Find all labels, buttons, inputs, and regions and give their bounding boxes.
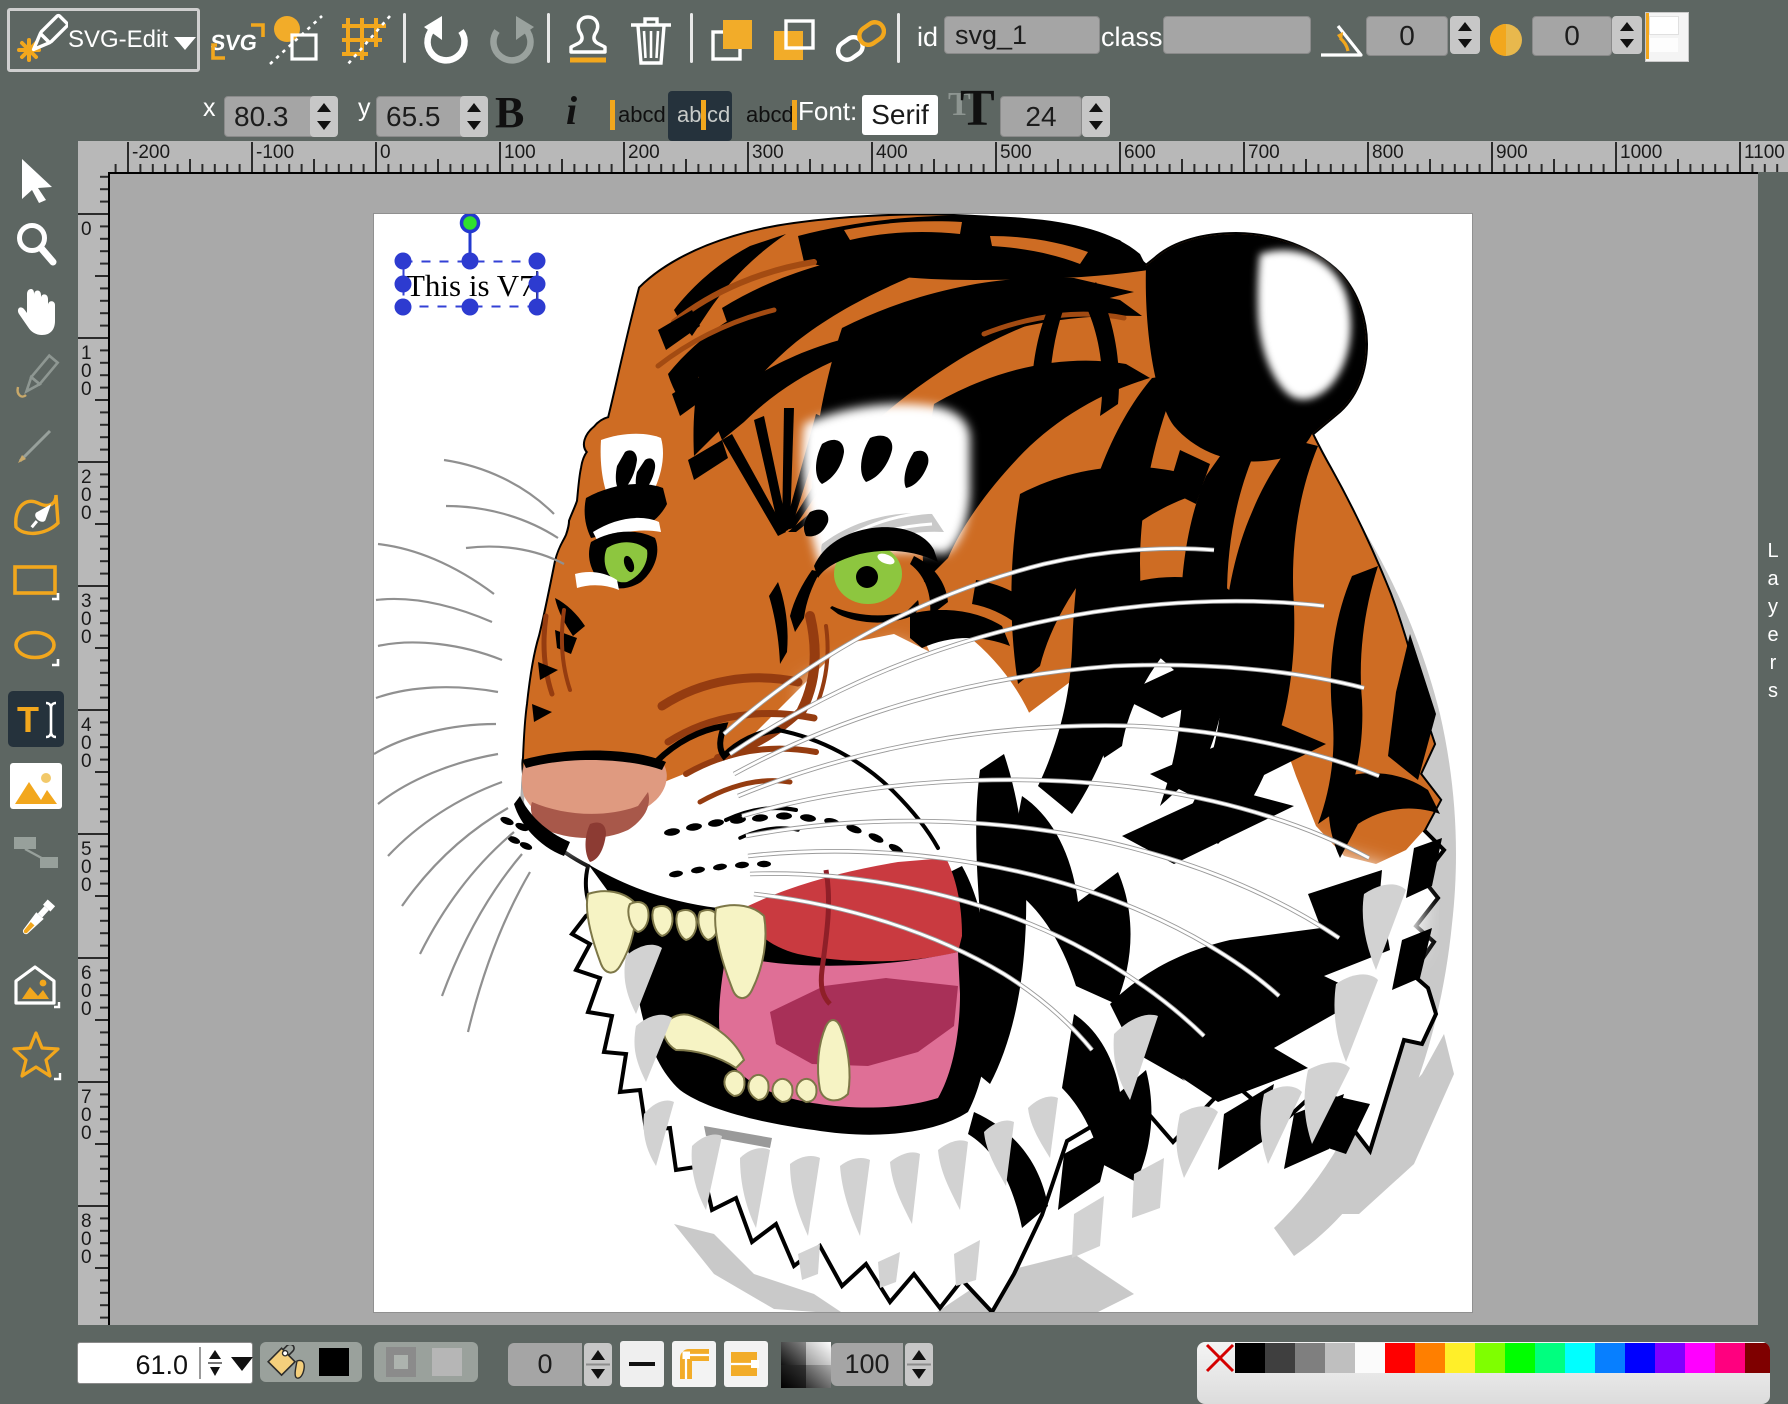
svg-text:0: 0 xyxy=(81,219,92,240)
svg-text:0: 0 xyxy=(81,379,92,400)
svg-text:0: 0 xyxy=(380,142,391,163)
svg-text:100: 100 xyxy=(504,142,536,163)
svg-text:200: 200 xyxy=(628,142,660,163)
svg-text:0: 0 xyxy=(81,503,92,524)
svg-text:0: 0 xyxy=(81,751,92,772)
svg-text:0: 0 xyxy=(81,875,92,896)
svg-text:600: 600 xyxy=(1124,142,1156,163)
svg-text:0: 0 xyxy=(81,1123,92,1144)
svg-text:300: 300 xyxy=(752,142,784,163)
svg-text:1100: 1100 xyxy=(1744,142,1785,163)
svg-text:0: 0 xyxy=(81,627,92,648)
svg-text:This is V7: This is V7 xyxy=(406,268,535,303)
svg-text:500: 500 xyxy=(1000,142,1032,163)
svg-text:0: 0 xyxy=(81,999,92,1020)
svg-text:900: 900 xyxy=(1496,142,1528,163)
svg-text:1000: 1000 xyxy=(1620,142,1662,163)
svg-text:700: 700 xyxy=(1248,142,1280,163)
svg-text:0: 0 xyxy=(81,1247,92,1268)
svg-text:400: 400 xyxy=(876,142,908,163)
svg-text:-200: -200 xyxy=(132,142,170,163)
svg-text:-100: -100 xyxy=(256,142,294,163)
svg-text:800: 800 xyxy=(1372,142,1404,163)
svg-text:SVG: SVG xyxy=(209,30,258,55)
